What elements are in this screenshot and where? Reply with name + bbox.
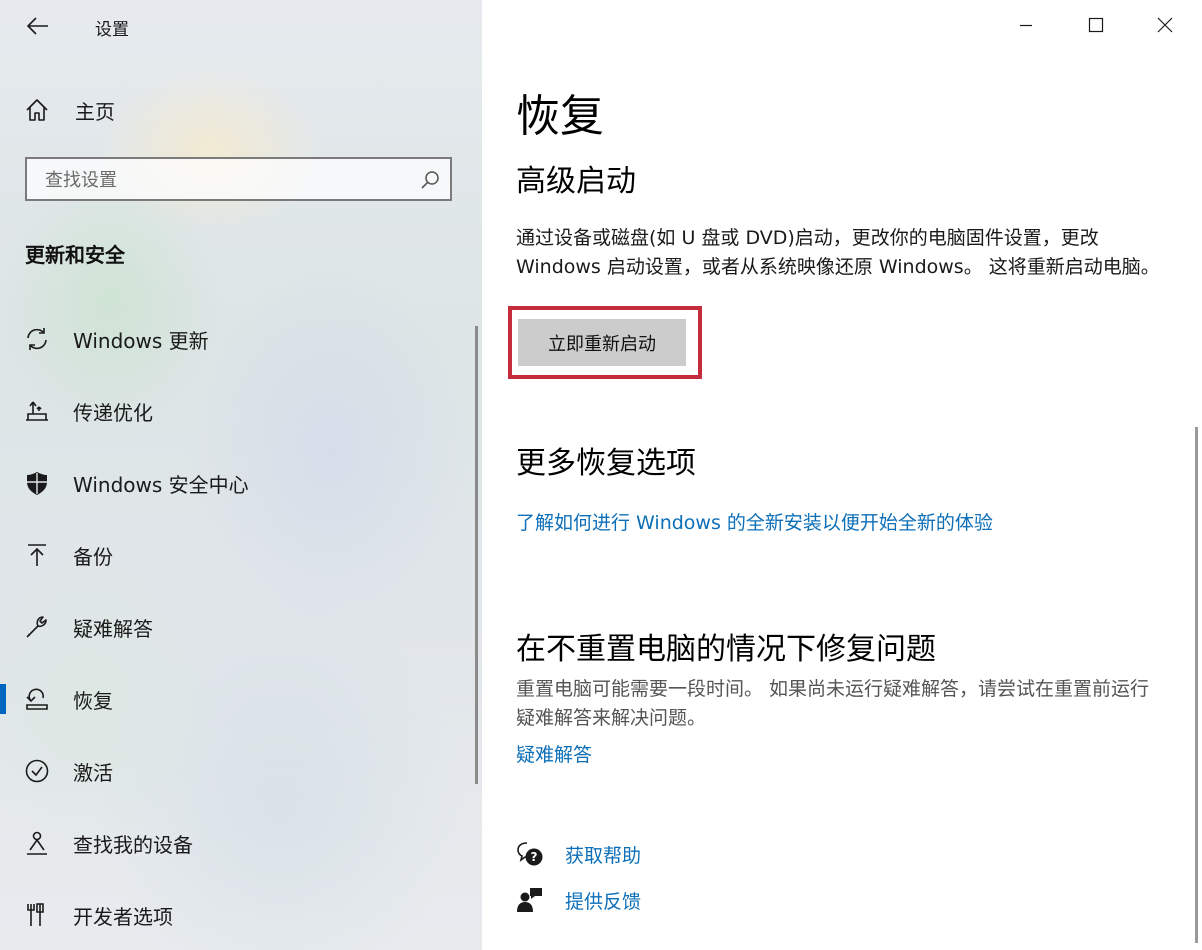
check-circle-icon (25, 759, 49, 783)
sidebar-item-label: 疑难解答 (73, 616, 153, 641)
person-location-icon (27, 831, 47, 855)
sidebar-item-troubleshoot[interactable]: 疑难解答 (0, 603, 470, 651)
maximize-icon (1088, 17, 1104, 33)
feedback-person-icon (517, 888, 542, 912)
home-nav-item[interactable]: 主页 (24, 94, 115, 126)
page-title: 恢复 (516, 91, 604, 142)
sidebar-scrollbar[interactable] (475, 326, 478, 784)
close-icon (1157, 17, 1173, 33)
sidebar: 设置 主页 更新和安全 Windows 更新 (0, 0, 482, 950)
feedback-row[interactable]: 提供反馈 (516, 883, 641, 917)
app-title: 设置 (95, 20, 129, 40)
sidebar-item-label: 传递优化 (73, 400, 153, 425)
wrench-icon (26, 616, 47, 638)
delivery-optimization-icon (26, 401, 48, 421)
sidebar-item-label: Windows 安全中心 (73, 472, 249, 497)
main-scrollbar[interactable] (1195, 427, 1198, 943)
get-help-row[interactable]: ? 获取帮助 (516, 837, 641, 871)
minimize-button[interactable] (1009, 10, 1043, 40)
search-box[interactable] (25, 157, 452, 201)
sidebar-item-recovery[interactable]: 恢复 (0, 675, 470, 723)
sidebar-item-label: 开发者选项 (73, 904, 173, 929)
help-chat-icon: ? (517, 842, 543, 866)
fix-without-reset-heading: 在不重置电脑的情况下修复问题 (516, 632, 936, 667)
home-icon (26, 99, 48, 121)
sidebar-item-activation[interactable]: 激活 (0, 747, 470, 795)
developer-tools-icon (27, 903, 44, 926)
fresh-install-link[interactable]: 了解如何进行 Windows 的全新安装以便开始全新的体验 (516, 508, 993, 535)
backup-arrow-icon (28, 544, 46, 566)
sidebar-item-developer-options[interactable]: 开发者选项 (0, 891, 470, 939)
sidebar-item-find-my-device[interactable]: 查找我的设备 (0, 819, 470, 867)
advanced-startup-heading: 高级启动 (516, 164, 636, 199)
sidebar-item-label: 激活 (73, 760, 113, 785)
fix-without-reset-description: 重置电脑可能需要一段时间。 如果尚未运行疑难解答，请尝试在重置前运行疑难解答来解… (516, 678, 1150, 729)
sidebar-item-label: Windows 更新 (73, 328, 209, 353)
section-title: 更新和安全 (25, 243, 125, 267)
sidebar-item-delivery-optimization[interactable]: 传递优化 (0, 387, 470, 435)
feedback-link[interactable]: 提供反馈 (565, 887, 641, 914)
home-label: 主页 (75, 99, 115, 124)
sidebar-item-label: 备份 (73, 544, 113, 569)
close-button[interactable] (1148, 10, 1182, 40)
sidebar-item-windows-update[interactable]: Windows 更新 (0, 315, 470, 363)
svg-text:?: ? (531, 850, 538, 864)
search-icon[interactable] (420, 170, 440, 190)
restart-now-button[interactable]: 立即重新启动 (518, 319, 686, 366)
sidebar-item-windows-security[interactable]: Windows 安全中心 (0, 459, 470, 507)
search-input[interactable] (43, 167, 407, 193)
advanced-startup-description: 通过设备或磁盘(如 U 盘或 DVD)启动，更改你的电脑固件设置，更改 Wind… (516, 227, 1160, 278)
sync-icon (27, 328, 47, 350)
back-arrow-icon (27, 17, 48, 35)
troubleshoot-link[interactable]: 疑难解答 (516, 740, 592, 767)
sidebar-item-label: 恢复 (73, 688, 113, 713)
more-recovery-options-heading: 更多恢复选项 (516, 446, 696, 481)
sidebar-item-label: 查找我的设备 (73, 832, 193, 857)
main-content: 恢复 高级启动 通过设备或磁盘(如 U 盘或 DVD)启动，更改你的电脑固件设置… (482, 0, 1202, 950)
get-help-link[interactable]: 获取帮助 (565, 841, 641, 868)
sidebar-item-backup[interactable]: 备份 (0, 531, 470, 579)
recovery-icon (26, 688, 48, 710)
maximize-button[interactable] (1079, 10, 1113, 40)
minimize-icon (1020, 24, 1032, 27)
shield-icon (27, 472, 47, 495)
back-button[interactable] (24, 12, 52, 40)
